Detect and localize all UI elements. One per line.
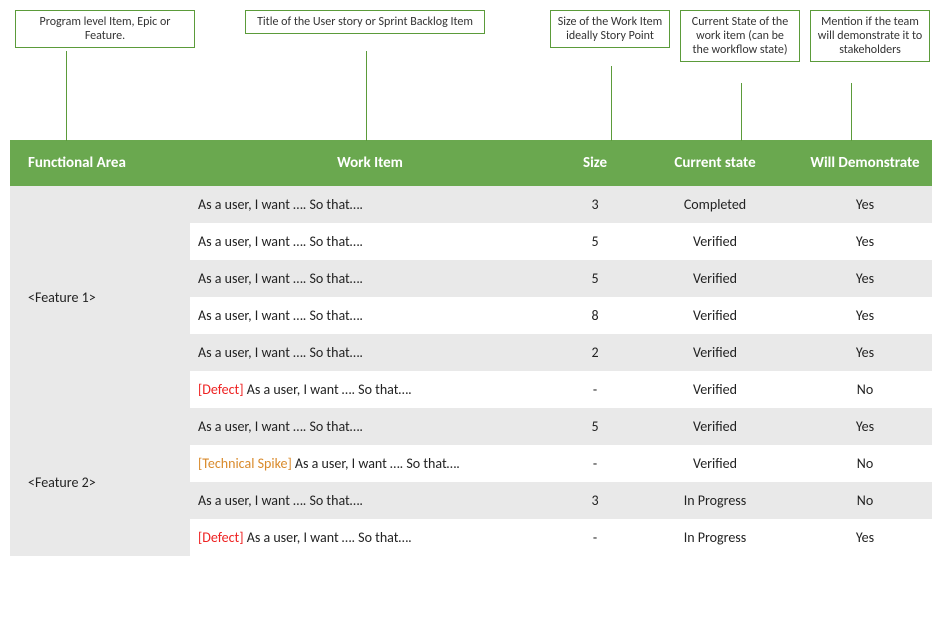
state-cell: In Progress <box>640 519 790 556</box>
work-item-cell: As a user, I want …. So that…. <box>190 408 550 445</box>
demo-cell: Yes <box>790 223 932 260</box>
work-item-title: As a user, I want …. So that…. <box>198 307 363 324</box>
work-item-cell: [Defect] As a user, I want …. So that…. <box>190 371 550 408</box>
header-current-state: Current state <box>640 140 790 186</box>
demo-cell: Yes <box>790 334 932 371</box>
callout-text: Program level Item, Epic or Feature. <box>40 15 171 43</box>
work-item-cell: As a user, I want …. So that…. <box>190 334 550 371</box>
work-item-title: As a user, I want …. So that…. <box>198 344 363 361</box>
header-work-item: Work Item <box>190 140 550 186</box>
work-item-title: As a user, I want …. So that…. <box>247 381 412 398</box>
size-cell: - <box>550 371 640 408</box>
demo-cell: Yes <box>790 186 932 223</box>
work-item-cell: As a user, I want …. So that…. <box>190 482 550 519</box>
work-item-cell: [Technical Spike] As a user, I want …. S… <box>190 445 550 482</box>
work-item-title: As a user, I want …. So that…. <box>198 270 363 287</box>
work-item-title: As a user, I want …. So that…. <box>198 233 363 250</box>
size-cell: 5 <box>550 223 640 260</box>
state-cell: Verified <box>640 260 790 297</box>
work-item-title: As a user, I want …. So that…. <box>198 418 363 435</box>
feature-cell: <Feature 2> <box>10 408 190 556</box>
state-cell: Verified <box>640 334 790 371</box>
work-item-title: As a user, I want …. So that…. <box>198 492 363 509</box>
header-size: Size <box>550 140 640 186</box>
size-cell: 2 <box>550 334 640 371</box>
state-cell: Completed <box>640 186 790 223</box>
defect-tag: [Defect] <box>198 381 247 398</box>
work-item-cell: As a user, I want …. So that…. <box>190 260 550 297</box>
callout-work-item: Title of the User story or Sprint Backlo… <box>245 10 485 34</box>
work-item-title: As a user, I want …. So that…. <box>198 196 363 213</box>
work-item-title: As a user, I want …. So that…. <box>247 529 412 546</box>
table-row: <Feature 1>As a user, I want …. So that…… <box>10 186 932 223</box>
callout-current-state: Current State of the work item (can be t… <box>680 10 800 62</box>
demo-cell: Yes <box>790 260 932 297</box>
demo-cell: Yes <box>790 519 932 556</box>
state-cell: Verified <box>640 371 790 408</box>
state-cell: Verified <box>640 445 790 482</box>
callout-row: Program level Item, Epic or Feature. Tit… <box>10 10 922 140</box>
demo-cell: No <box>790 371 932 408</box>
size-cell: 5 <box>550 260 640 297</box>
size-cell: 5 <box>550 408 640 445</box>
callout-size: Size of the Work Item ideally Story Poin… <box>550 10 670 48</box>
table-row: <Feature 2>As a user, I want …. So that…… <box>10 408 932 445</box>
work-item-cell: As a user, I want …. So that…. <box>190 297 550 334</box>
work-item-cell: [Defect] As a user, I want …. So that…. <box>190 519 550 556</box>
callout-text: Current State of the work item (can be t… <box>692 15 788 57</box>
sprint-backlog-table: Functional Area Work Item Size Current s… <box>10 140 932 556</box>
spike-tag: [Technical Spike] <box>198 455 295 472</box>
callout-text: Size of the Work Item ideally Story Poin… <box>558 15 662 43</box>
size-cell: 8 <box>550 297 640 334</box>
size-cell: - <box>550 519 640 556</box>
callout-text: Title of the User story or Sprint Backlo… <box>257 15 473 29</box>
callout-functional-area: Program level Item, Epic or Feature. <box>15 10 195 48</box>
demo-cell: No <box>790 445 932 482</box>
size-cell: 3 <box>550 186 640 223</box>
state-cell: In Progress <box>640 482 790 519</box>
callout-text: Mention if the team will demonstrate it … <box>818 15 923 57</box>
size-cell: 3 <box>550 482 640 519</box>
feature-cell: <Feature 1> <box>10 186 190 408</box>
callout-will-demonstrate: Mention if the team will demonstrate it … <box>810 10 930 62</box>
table-header-row: Functional Area Work Item Size Current s… <box>10 140 932 186</box>
work-item-cell: As a user, I want …. So that…. <box>190 223 550 260</box>
header-functional-area: Functional Area <box>10 140 190 186</box>
demo-cell: No <box>790 482 932 519</box>
demo-cell: Yes <box>790 297 932 334</box>
work-item-cell: As a user, I want …. So that…. <box>190 186 550 223</box>
work-item-title: As a user, I want …. So that…. <box>295 455 460 472</box>
size-cell: - <box>550 445 640 482</box>
state-cell: Verified <box>640 223 790 260</box>
header-will-demonstrate: Will Demonstrate <box>790 140 932 186</box>
demo-cell: Yes <box>790 408 932 445</box>
state-cell: Verified <box>640 297 790 334</box>
state-cell: Verified <box>640 408 790 445</box>
defect-tag: [Defect] <box>198 529 247 546</box>
